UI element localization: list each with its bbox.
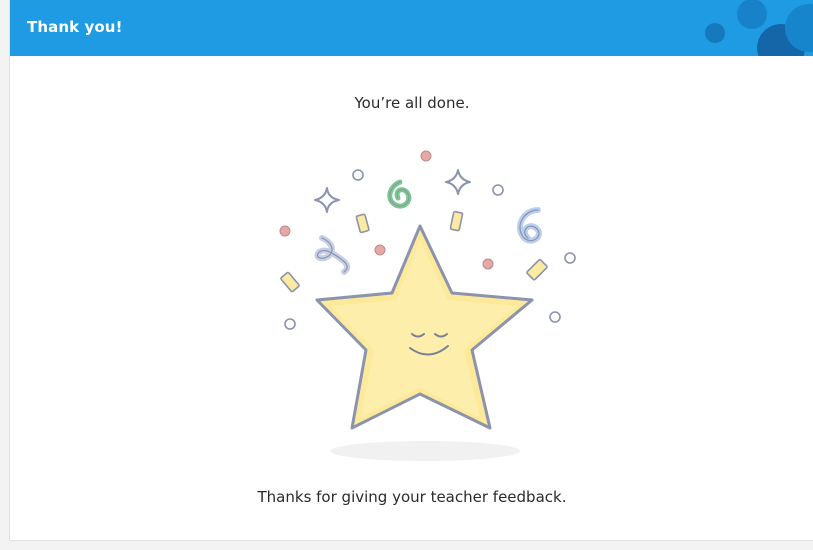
bubble-decoration-icon	[705, 0, 813, 56]
confetti-ring	[284, 318, 296, 330]
confetti-sparkle	[445, 169, 471, 195]
confetti-rect	[355, 213, 370, 234]
confetti-rect	[280, 271, 300, 293]
confetti-dot	[374, 244, 386, 256]
confetti-dot	[482, 258, 494, 270]
confetti-ring	[549, 311, 561, 323]
confetti-swirl	[314, 235, 351, 275]
star-shadow	[330, 441, 520, 461]
confetti-dot	[279, 225, 291, 237]
smiling-star-confetti-icon	[279, 150, 576, 461]
dialog-title: Thank you!	[27, 18, 123, 36]
confetti-rect	[526, 258, 548, 281]
feedback-thanks-message: Thanks for giving your teacher feedback.	[257, 488, 567, 506]
confetti-dot	[420, 150, 432, 162]
confetti-sparkle	[314, 187, 340, 213]
confetti-ring	[492, 184, 504, 196]
confetti-ring	[352, 169, 364, 181]
confetti-ring	[564, 252, 576, 264]
confetti-rect	[449, 210, 464, 232]
completion-message: You’re all done.	[354, 94, 470, 112]
dialog-panel: Thank you! You’re all done. Thanks for g…	[9, 0, 813, 541]
dialog-header: Thank you!	[10, 0, 813, 56]
